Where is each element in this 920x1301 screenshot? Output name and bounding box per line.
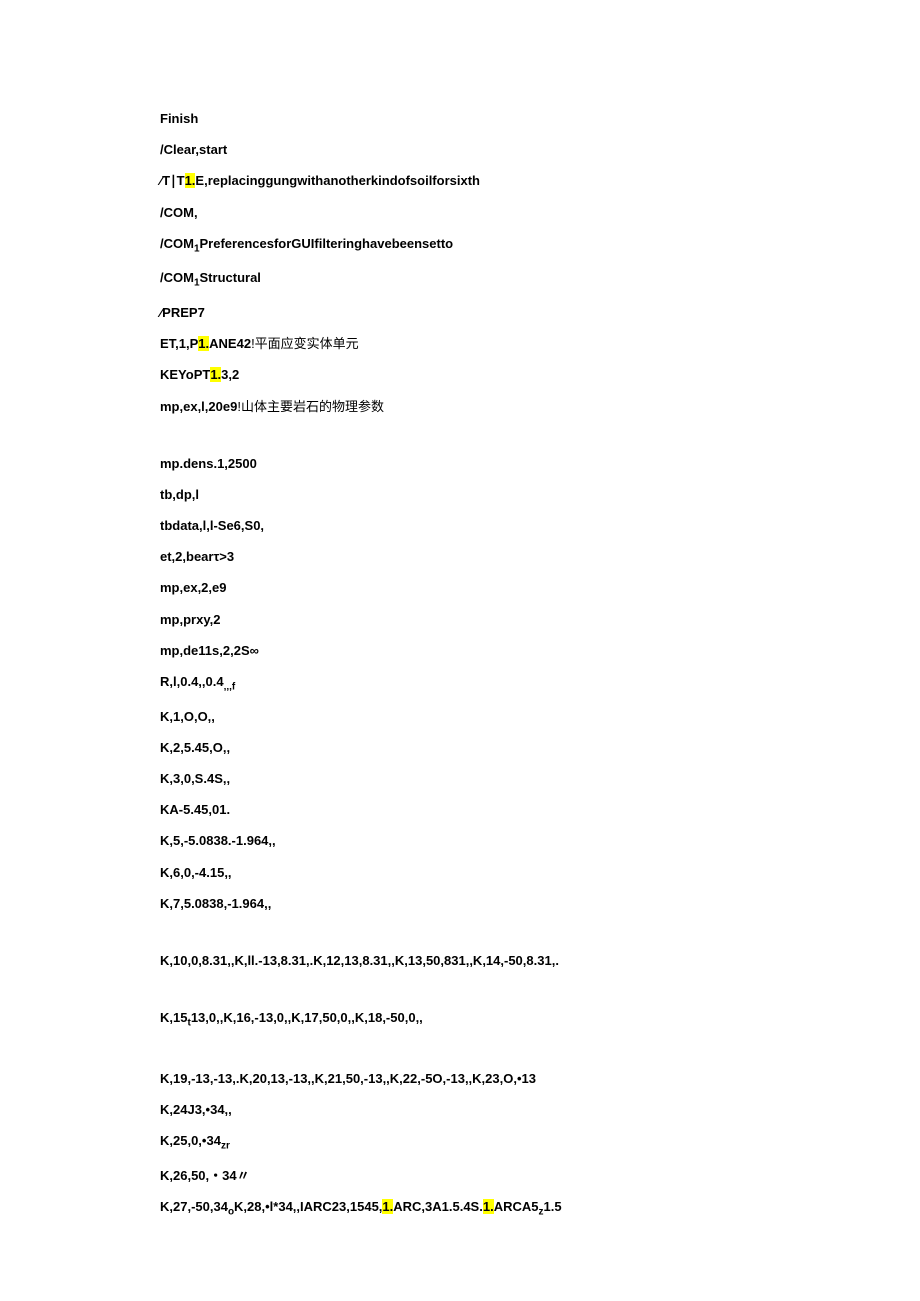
code-line: K,26,50,・34〃 [160, 1167, 760, 1185]
code-line: tb,dp,l [160, 486, 760, 504]
code-line: /COM1Structural [160, 269, 760, 291]
text-fragment: KEYoPT [160, 367, 210, 382]
text-fragment: K,25,0,•34 [160, 1133, 221, 1148]
text-fragment: 1.5 [543, 1199, 561, 1214]
text-fragment: K,27,-50,34 [160, 1199, 228, 1214]
code-line: KA-5.45,01. [160, 801, 760, 819]
text-fragment: 3,2 [221, 367, 239, 382]
text-fragment: ET,1,P [160, 336, 198, 351]
code-line: K,7,5.0838,-1.964,, [160, 895, 760, 913]
subscript: zr [221, 1141, 230, 1152]
code-line: /Clear,start [160, 141, 760, 159]
text-fragment: /COM [160, 236, 194, 251]
code-line: ∕PREP7 [160, 304, 760, 322]
code-line: K,24J3,•34,, [160, 1101, 760, 1119]
code-line: mp,ex,l,20e9!山体主要岩石的物理参数 [160, 398, 760, 416]
highlight: 1. [198, 336, 209, 351]
spacer [160, 429, 760, 455]
code-line: ∕T∣T1.E,replacinggungwithanotherkindofso… [160, 172, 760, 190]
text-fragment: K,28,•l*34,,IARC23,1545, [234, 1199, 382, 1214]
code-line: K,2,5.45,O,, [160, 739, 760, 757]
text-fragment: ARC,3A1.5.4S. [393, 1199, 483, 1214]
text-fragment: K,15 [160, 1010, 187, 1025]
highlight: 1. [382, 1199, 393, 1214]
code-line: mp,ex,2,e9 [160, 579, 760, 597]
highlight: 1. [210, 367, 221, 382]
highlight: 1. [185, 173, 196, 188]
spacer [160, 1044, 760, 1070]
code-line: K,5,-5.0838.-1.964,, [160, 832, 760, 850]
text-fragment: ANE42 [209, 336, 251, 351]
text-fragment: R,l,0.4,,0.4 [160, 674, 224, 689]
code-line: Finish [160, 110, 760, 128]
code-line: /COM1PreferencesforGUIfilteringhavebeens… [160, 235, 760, 257]
spacer [160, 983, 760, 1009]
text-fragment: mp,ex,l,20e9 [160, 399, 237, 414]
text-fragment: /COM [160, 270, 194, 285]
text-fragment: 13,0,,K,16,-13,0,,K,17,50,0,,K,18,-50,0,… [191, 1010, 423, 1025]
code-line: ET,1,P1.ANE42!平面应变实体单元 [160, 335, 760, 353]
code-line: K,1,O,O,, [160, 708, 760, 726]
text-fragment: ∕T∣T [160, 173, 185, 188]
code-line: mp.dens.1,2500 [160, 455, 760, 473]
code-line: R,l,0.4,,0.4,,,f [160, 673, 760, 695]
spacer [160, 926, 760, 952]
code-line: KEYoPT1.3,2 [160, 366, 760, 384]
chinese-comment: !山体主要岩石的物理参数 [237, 399, 384, 414]
code-line: K,19,-13,-13,.K,20,13,-13,,K,21,50,-13,,… [160, 1070, 760, 1088]
highlight: 1. [483, 1199, 494, 1214]
code-line: K,6,0,-4.15,, [160, 864, 760, 882]
code-line: K,3,0,S.4S,, [160, 770, 760, 788]
text-fragment: Structural [200, 270, 261, 285]
text-fragment: ARCA5 [494, 1199, 539, 1214]
code-line: tbdata,l,l-Se6,S0, [160, 517, 760, 535]
code-line: /COM, [160, 204, 760, 222]
code-line: K,27,-50,34oK,28,•l*34,,IARC23,1545,1.AR… [160, 1198, 760, 1220]
code-line: mp,prxy,2 [160, 611, 760, 629]
text-fragment: PreferencesforGUIfilteringhavebeensetto [200, 236, 454, 251]
subscript: ,,,f [224, 682, 236, 693]
code-line: K,25,0,•34zr [160, 1132, 760, 1154]
code-line: K,10,0,8.31,,K,ll.-13,8.31,.K,12,13,8.31… [160, 952, 760, 970]
code-line: K,15t13,0,,K,16,-13,0,,K,17,50,0,,K,18,-… [160, 1009, 760, 1031]
text-fragment: E,replacinggungwithanotherkindofsoilfors… [195, 173, 480, 188]
chinese-comment: !平面应变实体单元 [251, 336, 359, 351]
code-line: et,2,bearτ>3 [160, 548, 760, 566]
code-line: mp,de11s,2,2S∞ [160, 642, 760, 660]
